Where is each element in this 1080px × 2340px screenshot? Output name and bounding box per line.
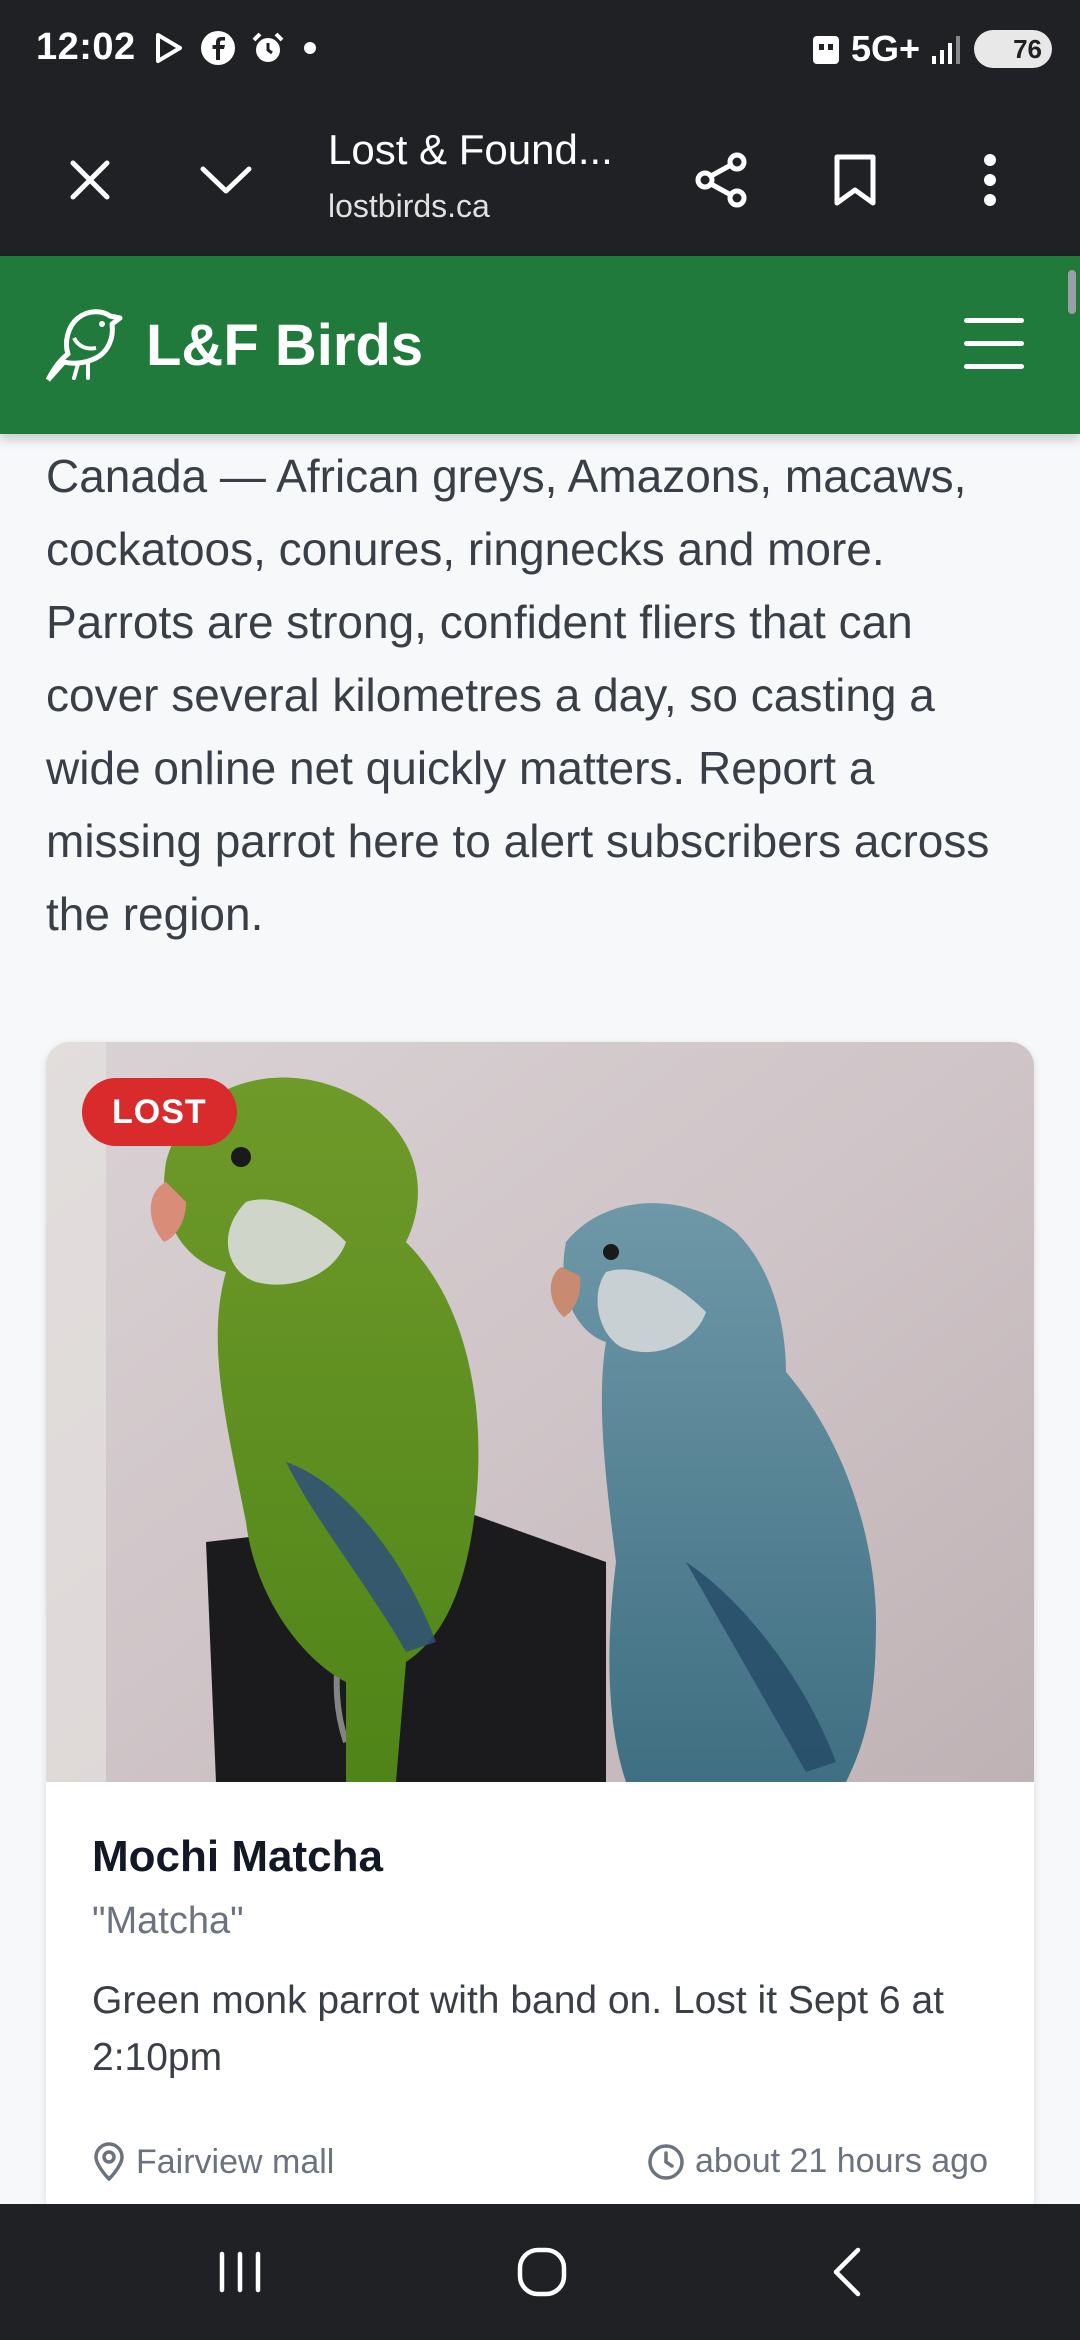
play-icon	[156, 33, 182, 63]
listing-posted: about 21 hours ago	[647, 2142, 988, 2181]
close-tab-button[interactable]	[50, 140, 130, 220]
battery-level: 76	[1013, 33, 1042, 64]
intro-paragraph: Canada — African greys, Amazons, macaws,…	[46, 450, 990, 940]
signal-icon	[932, 36, 960, 64]
recents-icon	[219, 2251, 261, 2293]
clock-icon	[648, 2143, 684, 2180]
home-button[interactable]	[482, 2232, 602, 2312]
bookmark-button[interactable]	[815, 140, 895, 220]
location-text: Fairview mall	[136, 2142, 335, 2181]
browser-toolbar: Lost & Found... lostbirds.ca	[0, 100, 1080, 256]
recents-button[interactable]	[180, 2232, 300, 2312]
alarm-icon	[252, 32, 284, 62]
share-button[interactable]	[681, 140, 761, 220]
dot-icon	[304, 42, 316, 54]
bird-logo-icon[interactable]	[44, 308, 124, 384]
status-right: 5G+ 76	[811, 28, 1052, 70]
posted-time: about 21 hours ago	[694, 2142, 988, 2180]
menu-button[interactable]	[964, 316, 1024, 372]
back-icon	[833, 2247, 861, 2297]
data-saver-icon	[812, 36, 839, 64]
facebook-icon	[201, 31, 235, 65]
share-icon	[695, 152, 747, 208]
notification-icons	[150, 30, 320, 66]
location-pin-icon	[94, 2142, 124, 2181]
bookmark-icon	[834, 154, 876, 206]
back-button[interactable]	[786, 2232, 906, 2312]
scrollbar-thumb[interactable]	[1068, 270, 1076, 314]
bird-nickname: "Matcha"	[92, 1900, 244, 1942]
status-time: 12:02	[36, 26, 136, 68]
system-nav-bar	[0, 2204, 1080, 2340]
brand-name[interactable]: L&F Birds	[146, 312, 423, 379]
bird-photo[interactable]	[46, 1042, 1034, 1782]
more-options-button[interactable]	[950, 140, 1030, 220]
listing-location: Fairview mall	[92, 2142, 334, 2182]
minimize-button[interactable]	[186, 140, 266, 220]
status-badge: LOST	[82, 1078, 237, 1146]
more-vert-icon	[984, 154, 996, 206]
battery-indicator: 76	[974, 30, 1052, 68]
status-bar: 12:02 5G+ 76	[0, 0, 1080, 100]
chevron-down-icon	[200, 166, 252, 194]
home-icon	[517, 2247, 567, 2297]
page-title[interactable]: Lost & Found...	[328, 126, 613, 174]
bird-description: Green monk parrot with band on. Lost it …	[92, 1979, 944, 2079]
site-header: L&F Birds	[0, 256, 1080, 434]
network-type: 5G+	[850, 28, 920, 69]
close-icon	[70, 160, 110, 200]
page-url[interactable]: lostbirds.ca	[328, 188, 490, 225]
listing-meta: Fairview mall about 21 hours ago	[92, 2142, 988, 2190]
listing-card[interactable]: LOST Mochi Matcha "Matcha" Green monk pa…	[46, 1042, 1034, 2222]
bird-name[interactable]: Mochi Matcha	[92, 1832, 383, 1882]
